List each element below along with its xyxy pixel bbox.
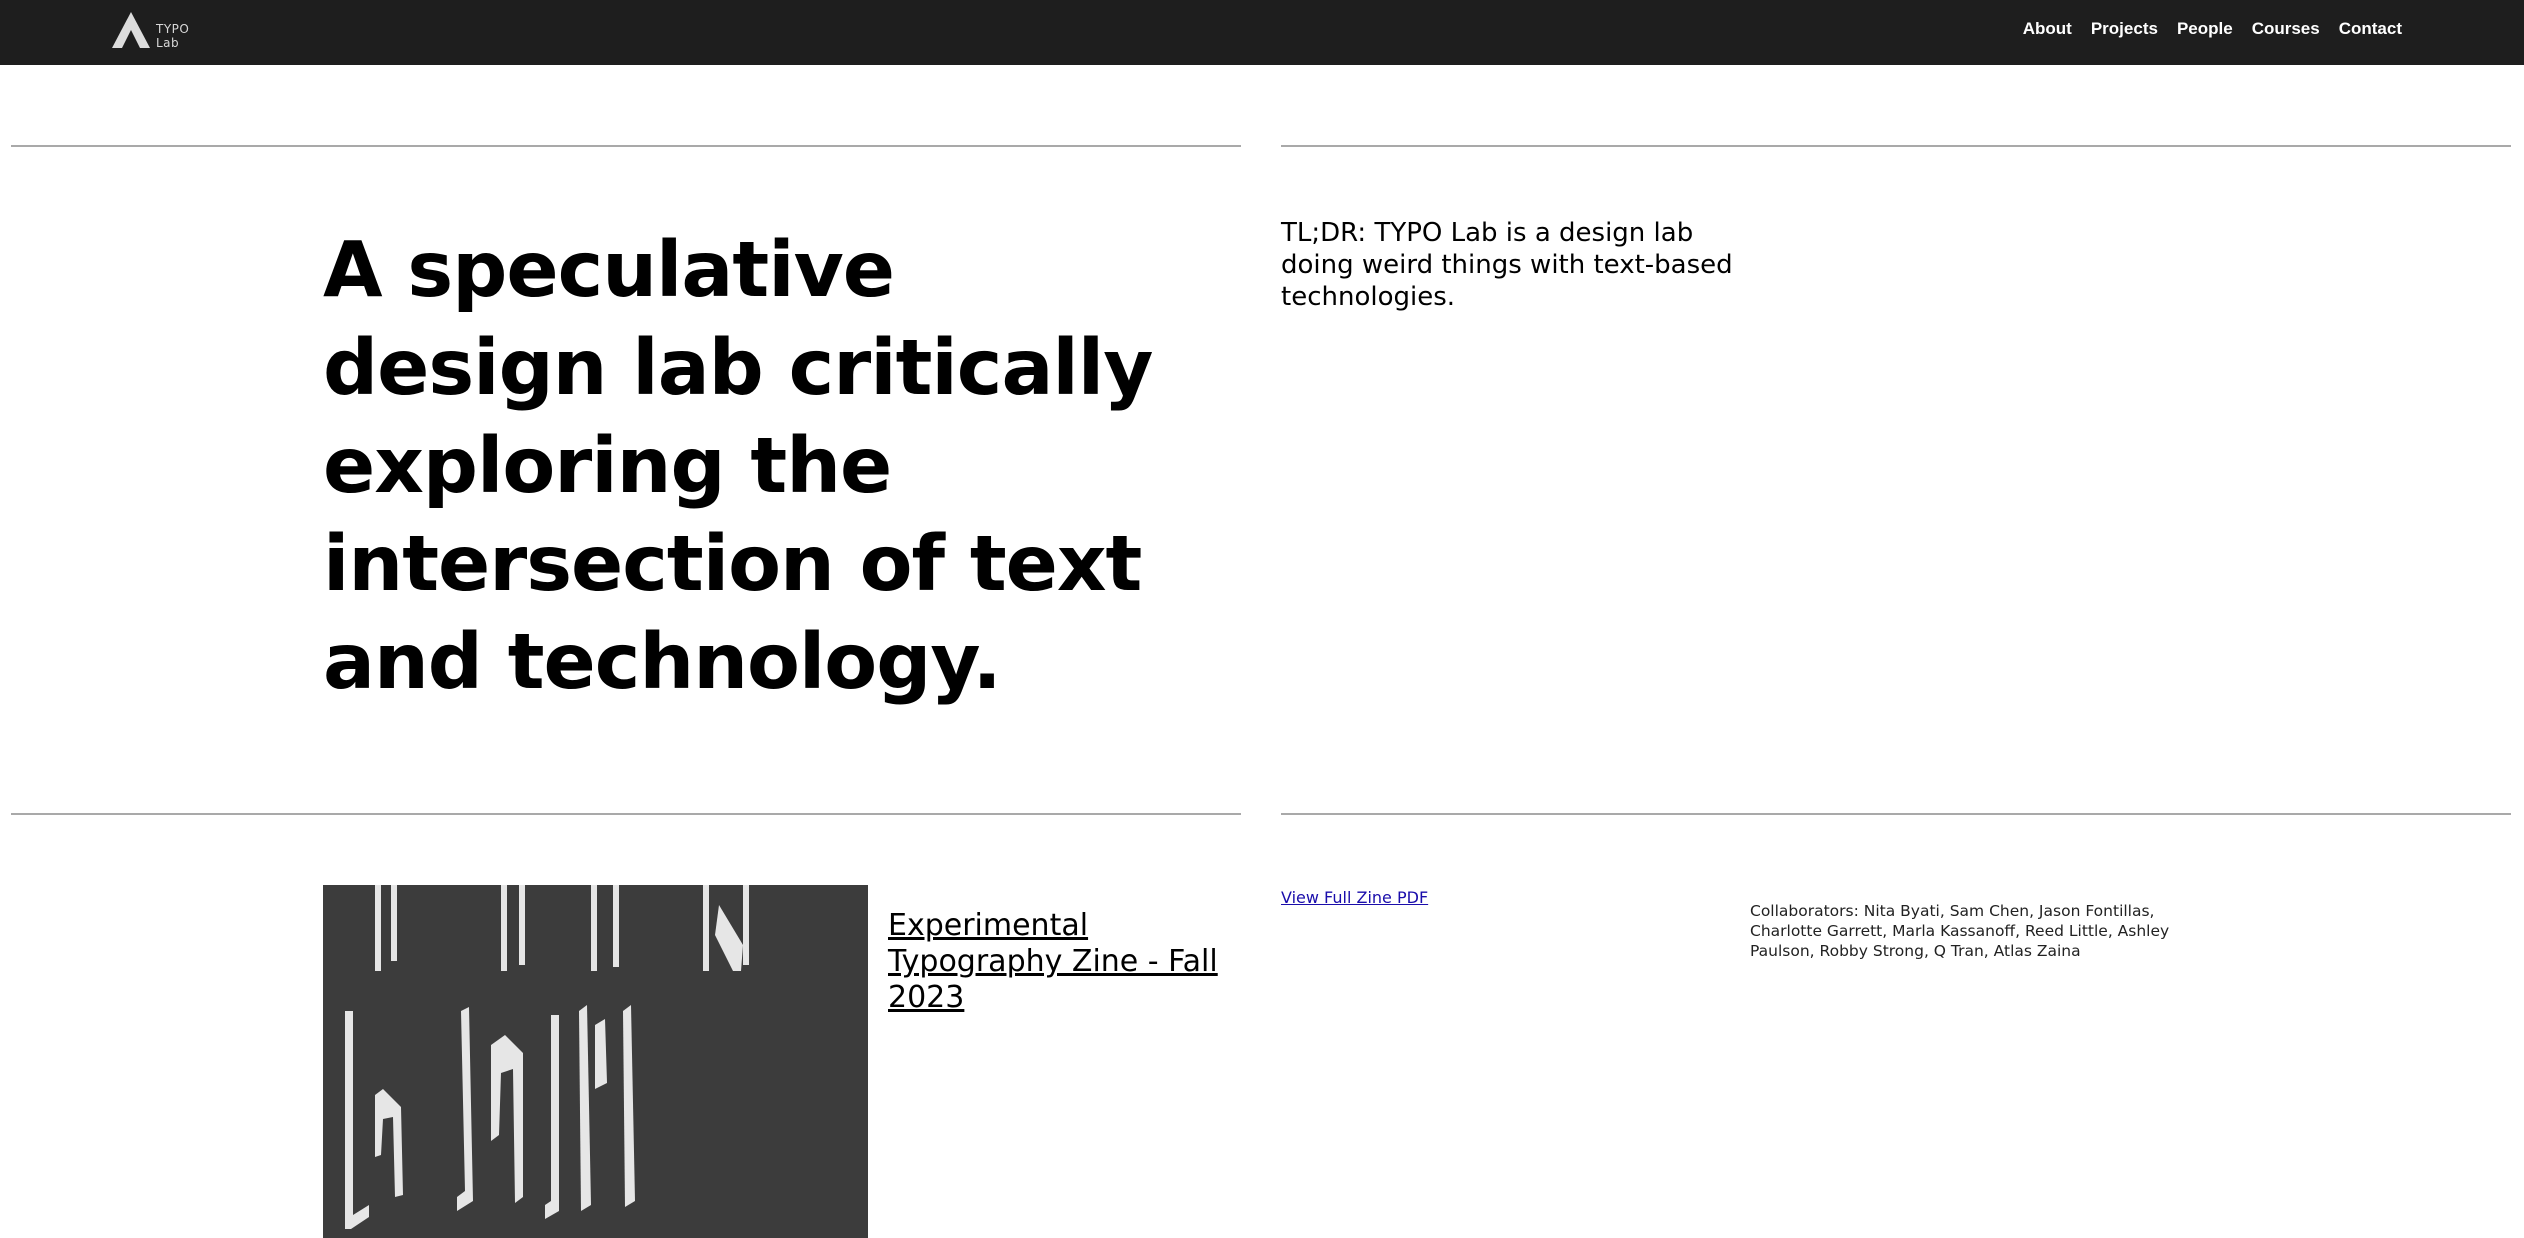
logo-text: TYPO Lab (156, 22, 189, 50)
page: TYPO Lab About Projects People Courses C… (0, 0, 2524, 1238)
divider-mid-left (11, 813, 1241, 815)
nav-contact[interactable]: Contact (2339, 19, 2402, 39)
main-nav: About Projects People Courses Contact (2023, 19, 2402, 39)
nav-about[interactable]: About (2023, 19, 2072, 39)
nav-projects[interactable]: Projects (2091, 19, 2158, 39)
logo-text-line1: TYPO (156, 22, 190, 36)
collaborators-text: Collaborators: Nita Byati, Sam Chen, Jas… (1750, 902, 2170, 960)
zine-letterforms-graphic (345, 885, 749, 1229)
typo-lab-logo-icon (112, 12, 150, 48)
nav-courses[interactable]: Courses (2252, 19, 2320, 39)
site-header: TYPO Lab About Projects People Courses C… (0, 0, 2524, 65)
tldr-text: TL;DR: TYPO Lab is a design lab doing we… (1281, 218, 1733, 312)
view-zine-pdf-link[interactable]: View Full Zine PDF (1281, 888, 1428, 907)
nav-people[interactable]: People (2177, 19, 2233, 39)
divider-top-left (11, 145, 1241, 147)
hero-title: A speculative design lab critically expl… (323, 226, 1153, 707)
divider-top-right (1281, 145, 2511, 147)
logo-link[interactable]: TYPO Lab (110, 10, 220, 50)
zine-title-link[interactable]: Experimental Typography Zine - Fall 2023 (888, 908, 1228, 1016)
zine-cover-image[interactable] (323, 885, 868, 1238)
logo-text-line2: Lab (156, 36, 180, 50)
divider-mid-right (1281, 813, 2511, 815)
